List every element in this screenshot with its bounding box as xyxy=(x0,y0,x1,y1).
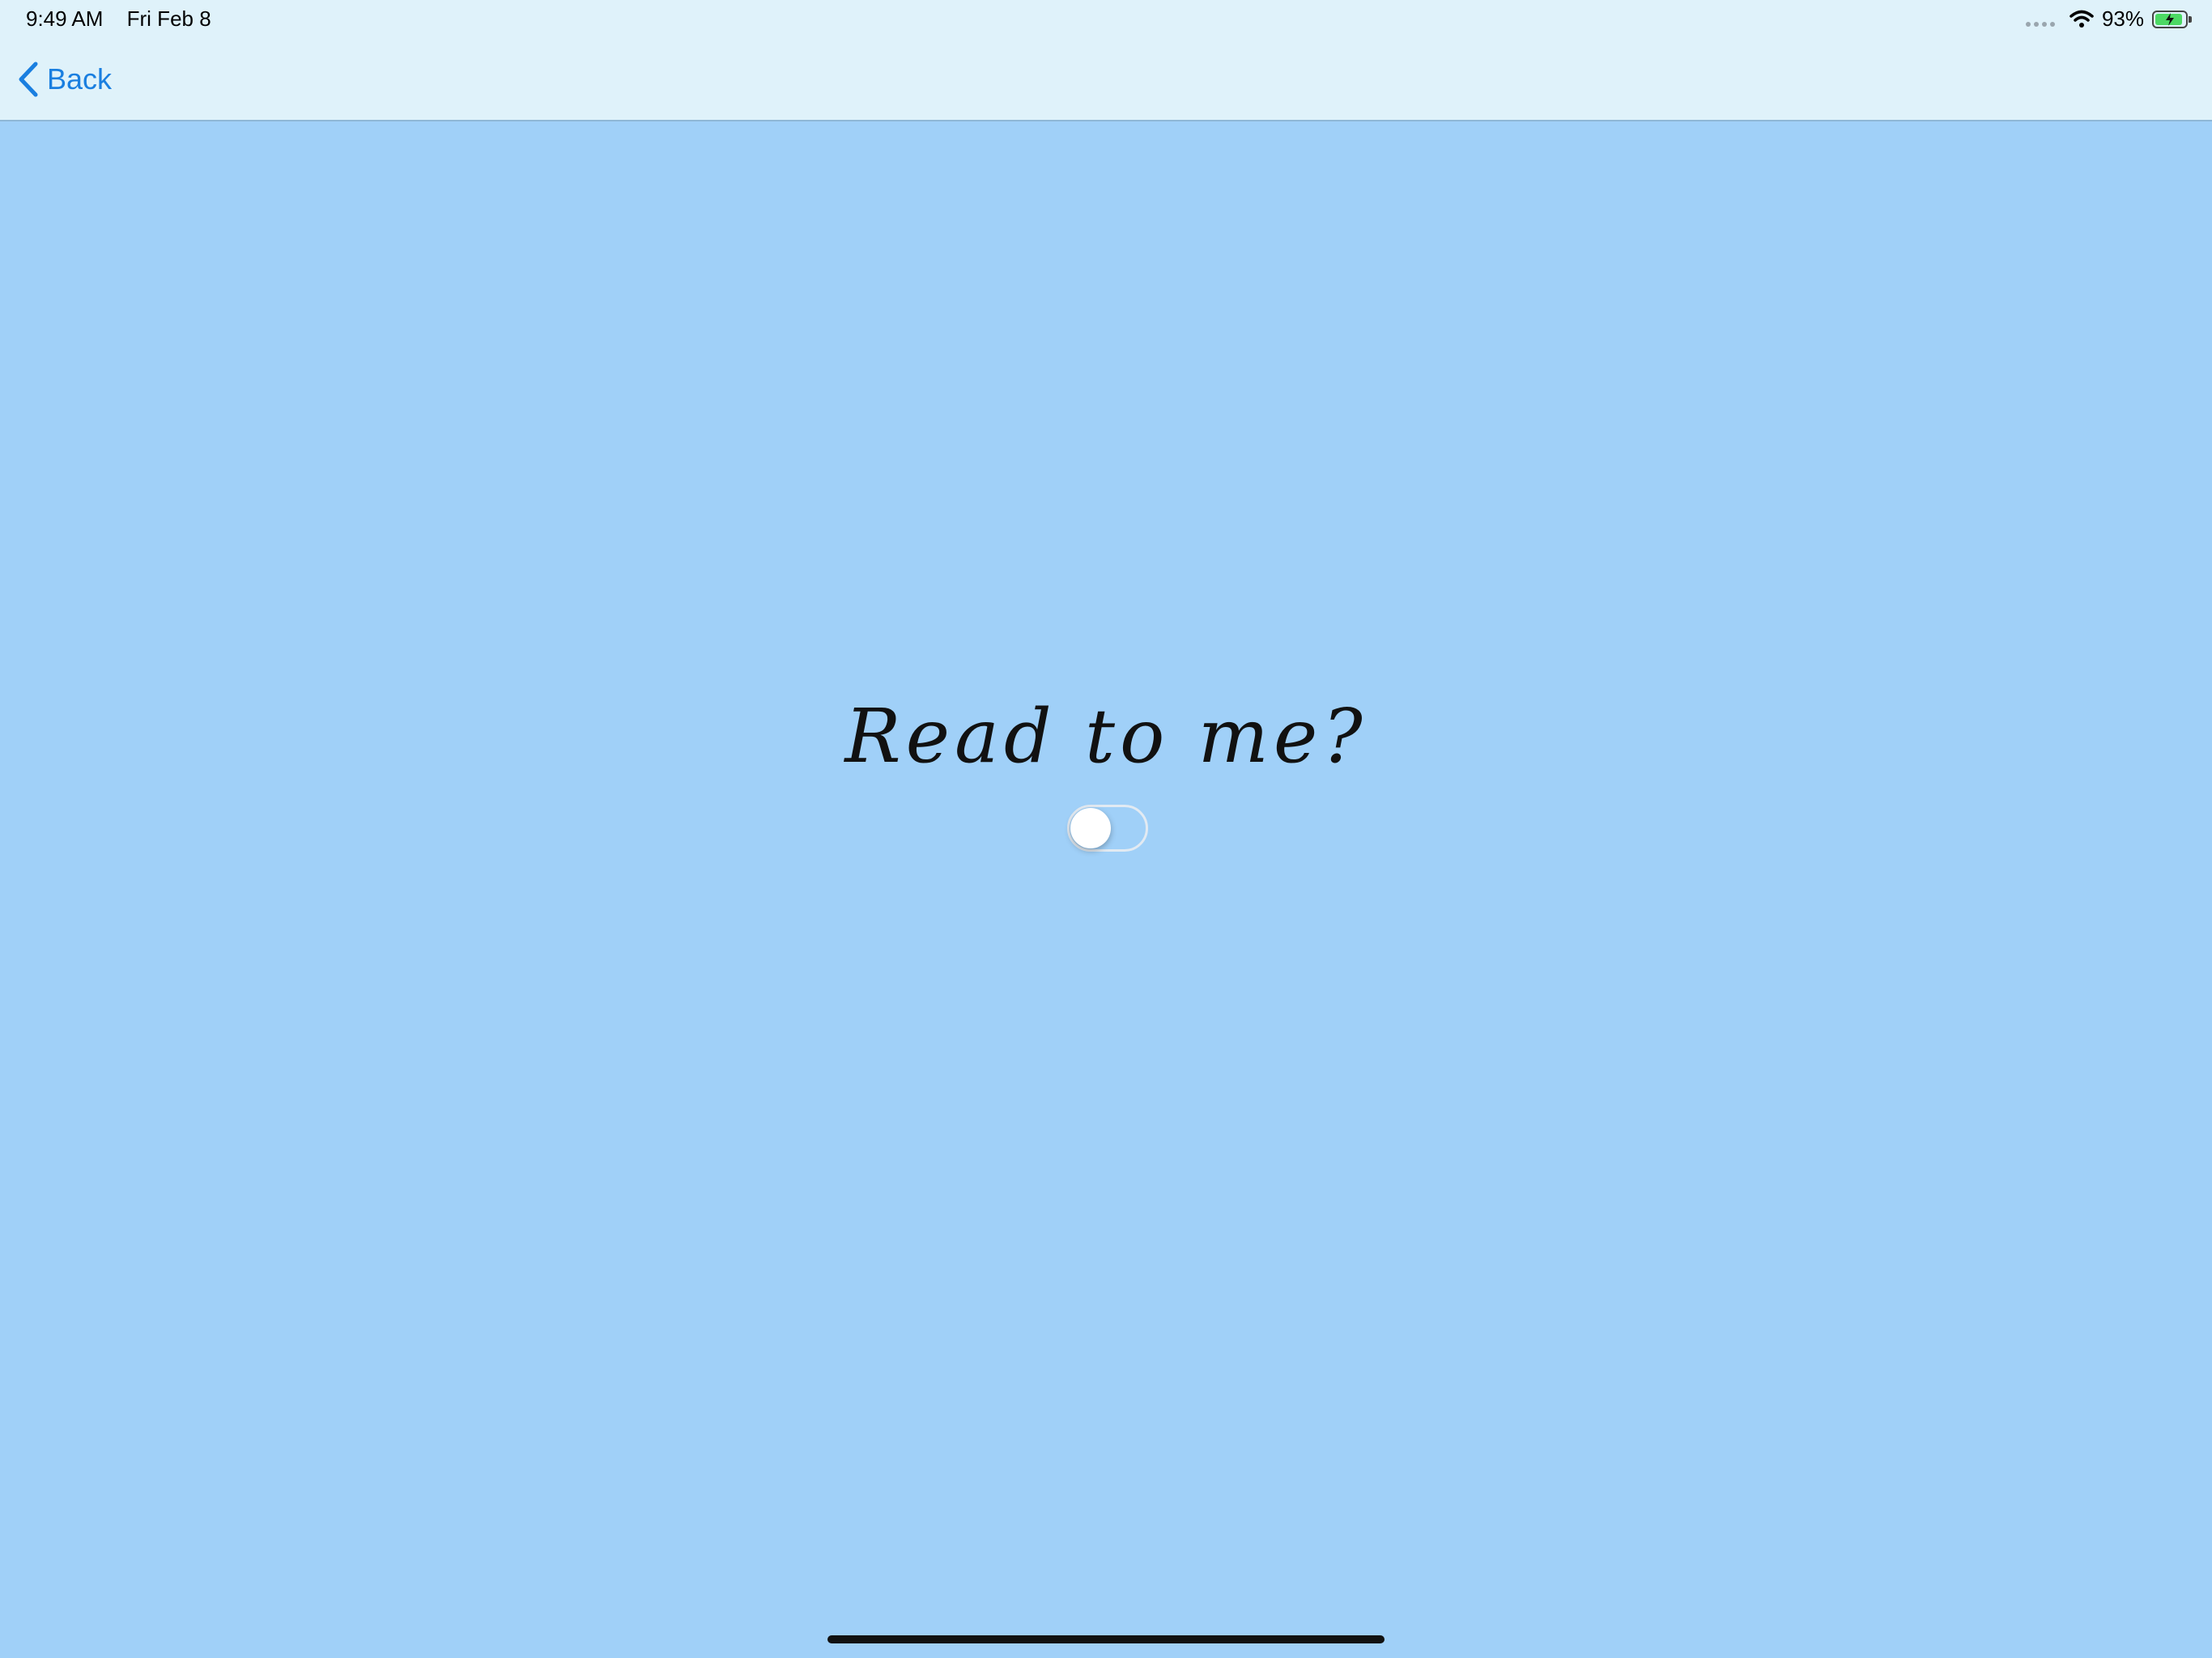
chevron-left-icon xyxy=(19,62,38,97)
read-to-me-toggle[interactable] xyxy=(1067,805,1148,852)
battery-percent: 93% xyxy=(2101,6,2144,31)
status-time: 9:49 AM xyxy=(26,6,104,31)
status-date: Fri Feb 8 xyxy=(126,6,211,31)
cellular-signal-icon xyxy=(2025,21,2055,27)
back-button[interactable]: Back xyxy=(18,57,112,102)
read-to-me-prompt: Read to me? xyxy=(844,693,1368,780)
navigation-bar: 9:49 AM Fri Feb 8 93% Back xyxy=(0,0,2212,121)
back-label: Back xyxy=(47,62,113,96)
status-bar-left: 9:49 AM Fri Feb 8 xyxy=(26,6,229,32)
wifi-icon xyxy=(2069,10,2094,28)
status-bar-right: 93% xyxy=(2025,6,2192,32)
home-indicator[interactable] xyxy=(827,1635,1385,1643)
toggle-knob[interactable] xyxy=(1070,808,1111,848)
battery-charging-icon xyxy=(2152,10,2192,28)
